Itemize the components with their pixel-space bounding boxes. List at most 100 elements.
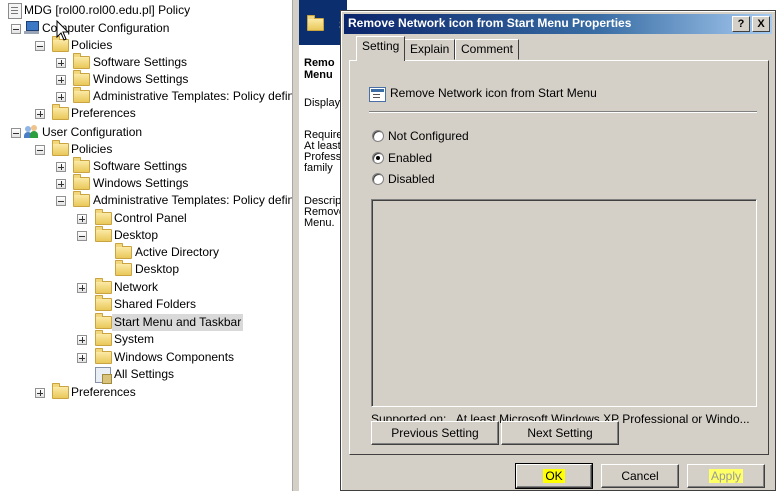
tab-comment[interactable]: Comment xyxy=(455,39,520,60)
tree-item-label: System xyxy=(114,332,155,346)
tree-item-label: Desktop xyxy=(114,228,159,242)
folder-icon xyxy=(115,243,132,259)
close-button[interactable]: X xyxy=(752,16,770,32)
description-text: Menu. xyxy=(304,217,335,229)
separator xyxy=(369,111,757,113)
button-label: Apply xyxy=(708,469,744,483)
tree-item-user-preferences[interactable]: Preferences xyxy=(0,383,290,401)
computer-icon xyxy=(24,21,39,34)
tree-item-user-configuration[interactable]: User Configuration xyxy=(0,124,290,141)
expand-icon[interactable] xyxy=(77,353,87,363)
expand-icon[interactable] xyxy=(35,388,45,398)
folder-icon xyxy=(52,383,69,399)
tree-item-label: User Configuration xyxy=(42,125,143,139)
radio-label: Enabled xyxy=(388,151,433,165)
tree-item-computer-windows-settings[interactable]: Windows Settings xyxy=(0,70,290,88)
expand-icon[interactable] xyxy=(56,162,66,172)
tree-item-label: Network xyxy=(114,280,159,294)
options-area xyxy=(371,199,757,407)
tree-item-desktop-sub[interactable]: Desktop xyxy=(0,260,290,278)
folder-icon xyxy=(73,191,90,207)
tree-item-label: Windows Components xyxy=(114,350,235,364)
folder-icon xyxy=(307,15,324,31)
collapse-icon[interactable] xyxy=(11,128,21,138)
tree-item-computer-software-settings[interactable]: Software Settings xyxy=(0,53,290,71)
expand-icon[interactable] xyxy=(77,214,87,224)
collapse-icon[interactable] xyxy=(35,145,45,155)
all-settings-icon xyxy=(95,367,112,384)
tree-item-label: Start Menu and Taskbar xyxy=(112,314,244,331)
radio-button[interactable] xyxy=(372,152,384,164)
gpo-icon xyxy=(8,3,22,19)
next-setting-button[interactable]: Next Setting xyxy=(501,421,619,445)
tree-item-label: Administrative Templates: Policy definit xyxy=(93,193,292,207)
tree-item-desktop[interactable]: Desktop xyxy=(0,226,290,244)
mouse-cursor-icon xyxy=(56,20,70,41)
dialog-title: Remove Network icon from Start Menu Prop… xyxy=(348,16,632,30)
radio-button[interactable] xyxy=(372,173,384,185)
apply-button[interactable]: Apply xyxy=(687,464,765,488)
tab-explain[interactable]: Explain xyxy=(404,39,456,60)
button-label: Next Setting xyxy=(527,426,593,440)
tree-item-label: MDG [rol00.rol00.edu.pl] Policy xyxy=(24,3,191,17)
tree-item-computer-policies[interactable]: Policies xyxy=(0,36,290,54)
tree-item-label: Preferences xyxy=(71,106,136,120)
tree-item-all-settings[interactable]: All Settings xyxy=(0,366,290,384)
tree-item-computer-configuration[interactable]: Computer Configuration xyxy=(0,20,290,37)
policy-name: Remove Network icon from Start Menu xyxy=(390,86,597,100)
expand-icon[interactable] xyxy=(77,283,87,293)
tree-item-computer-preferences[interactable]: Preferences xyxy=(0,104,290,122)
tree-item-user-windows-settings[interactable]: Windows Settings xyxy=(0,174,290,192)
pane-splitter[interactable] xyxy=(292,0,299,491)
tree-item-label: Policies xyxy=(71,142,113,156)
tree-item-user-admin-templates[interactable]: Administrative Templates: Policy definit xyxy=(0,191,292,209)
expand-icon[interactable] xyxy=(56,179,66,189)
folder-icon xyxy=(52,140,69,156)
requirements-text: family xyxy=(304,162,333,174)
previous-setting-button[interactable]: Previous Setting xyxy=(371,421,499,445)
tree-item-label: Administrative Templates: Policy definit xyxy=(93,89,292,103)
tab-setting[interactable]: Setting xyxy=(356,36,406,61)
tree-item-system[interactable]: System xyxy=(0,330,290,348)
collapse-icon[interactable] xyxy=(56,196,66,206)
tree-item-label: All Settings xyxy=(114,367,175,381)
tree-item-windows-components[interactable]: Windows Components xyxy=(0,348,290,366)
tree-item-network[interactable]: Network xyxy=(0,278,290,296)
radio-label: Not Configured xyxy=(388,129,469,143)
tree-item-label: Shared Folders xyxy=(114,297,197,311)
tree-item-shared-folders[interactable]: Shared Folders xyxy=(0,295,290,313)
folder-icon xyxy=(73,70,90,86)
button-label: OK xyxy=(543,469,565,483)
policy-setting-icon xyxy=(369,87,386,102)
collapse-icon[interactable] xyxy=(77,231,87,241)
tree-item-user-policies[interactable]: Policies xyxy=(0,140,290,158)
ok-button[interactable]: OK xyxy=(515,463,593,489)
folder-icon xyxy=(95,313,112,329)
folder-icon xyxy=(95,330,112,346)
dialog-titlebar[interactable]: Remove Network icon from Start Menu Prop… xyxy=(344,14,772,34)
expand-icon[interactable] xyxy=(35,109,45,119)
tree-item-computer-admin-templates[interactable]: Administrative Templates: Policy definit xyxy=(0,87,292,105)
collapse-icon[interactable] xyxy=(35,41,45,51)
help-button[interactable]: ? xyxy=(732,16,750,32)
folder-icon xyxy=(95,348,112,364)
tree-item-control-panel[interactable]: Control Panel xyxy=(0,209,290,227)
folder-icon xyxy=(73,87,90,103)
display-link[interactable]: Display xyxy=(304,97,340,109)
collapse-icon[interactable] xyxy=(11,24,21,34)
tree-item-gpo-root[interactable]: MDG [rol00.rol00.edu.pl] Policy xyxy=(0,2,290,19)
expand-icon[interactable] xyxy=(56,58,66,68)
tree-item-start-menu-and-taskbar[interactable]: Start Menu and Taskbar xyxy=(0,313,290,331)
radio-button[interactable] xyxy=(372,130,384,142)
expand-icon[interactable] xyxy=(77,335,87,345)
setting-title-line: Menu xyxy=(304,69,333,81)
tree-item-user-software-settings[interactable]: Software Settings xyxy=(0,157,290,175)
tree-item-label: Preferences xyxy=(71,385,136,399)
expand-icon[interactable] xyxy=(56,75,66,85)
folder-icon xyxy=(95,295,112,311)
folder-icon xyxy=(73,174,90,190)
cancel-button[interactable]: Cancel xyxy=(601,464,679,488)
expand-icon[interactable] xyxy=(56,92,66,102)
tree-item-active-directory[interactable]: Active Directory xyxy=(0,243,290,261)
radio-label: Disabled xyxy=(388,172,435,186)
